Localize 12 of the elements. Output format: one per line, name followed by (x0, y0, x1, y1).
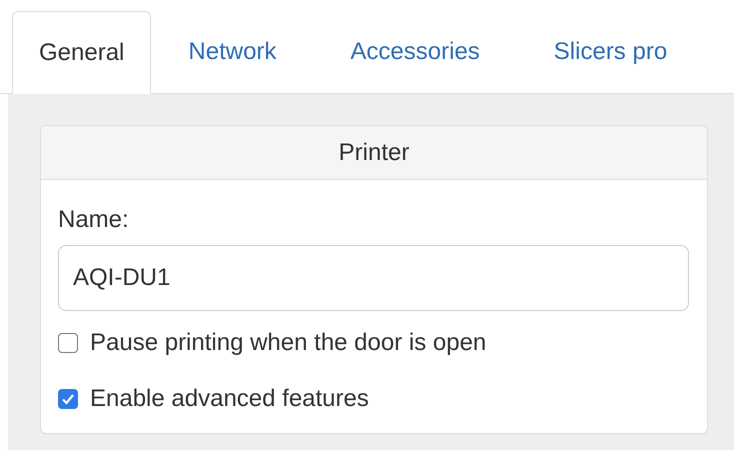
checkbox[interactable] (58, 389, 78, 409)
card-title: Printer (338, 138, 410, 168)
name-field[interactable]: AQI-DU1 (58, 245, 689, 311)
tab[interactable]: Accessories (313, 10, 517, 93)
checkbox-label: Enable advanced features (90, 384, 369, 414)
tab[interactable]: Slicers pro (516, 10, 704, 93)
checkbox-label: Pause printing when the door is open (90, 328, 486, 358)
tab[interactable]: Network (151, 10, 314, 93)
tab[interactable]: General (12, 11, 152, 94)
check-icon (61, 392, 75, 406)
checkbox[interactable] (58, 333, 78, 353)
name-label: Name: (58, 205, 130, 235)
